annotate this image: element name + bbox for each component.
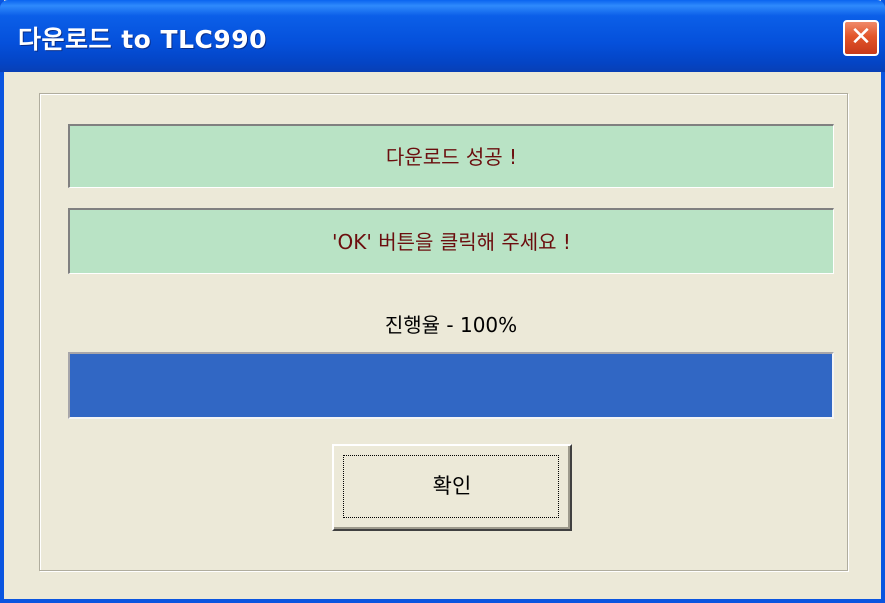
status-message: 다운로드 성공 ! [68,124,834,188]
close-button[interactable]: ✕ [843,20,879,56]
instruction-message: 'OK' 버튼을 클릭해 주세요 ! [68,208,834,274]
progress-fill [70,354,832,417]
ok-button[interactable]: 확인 [332,444,572,531]
title-bar[interactable]: 다운로드 to TLC990 ✕ [0,0,885,72]
close-icon: ✕ [850,22,872,52]
window-title: 다운로드 to TLC990 [18,25,268,54]
progress-bar [68,352,834,419]
progress-label: 진행율 - 100% [384,313,518,337]
ok-button-label: 확인 [432,474,472,498]
